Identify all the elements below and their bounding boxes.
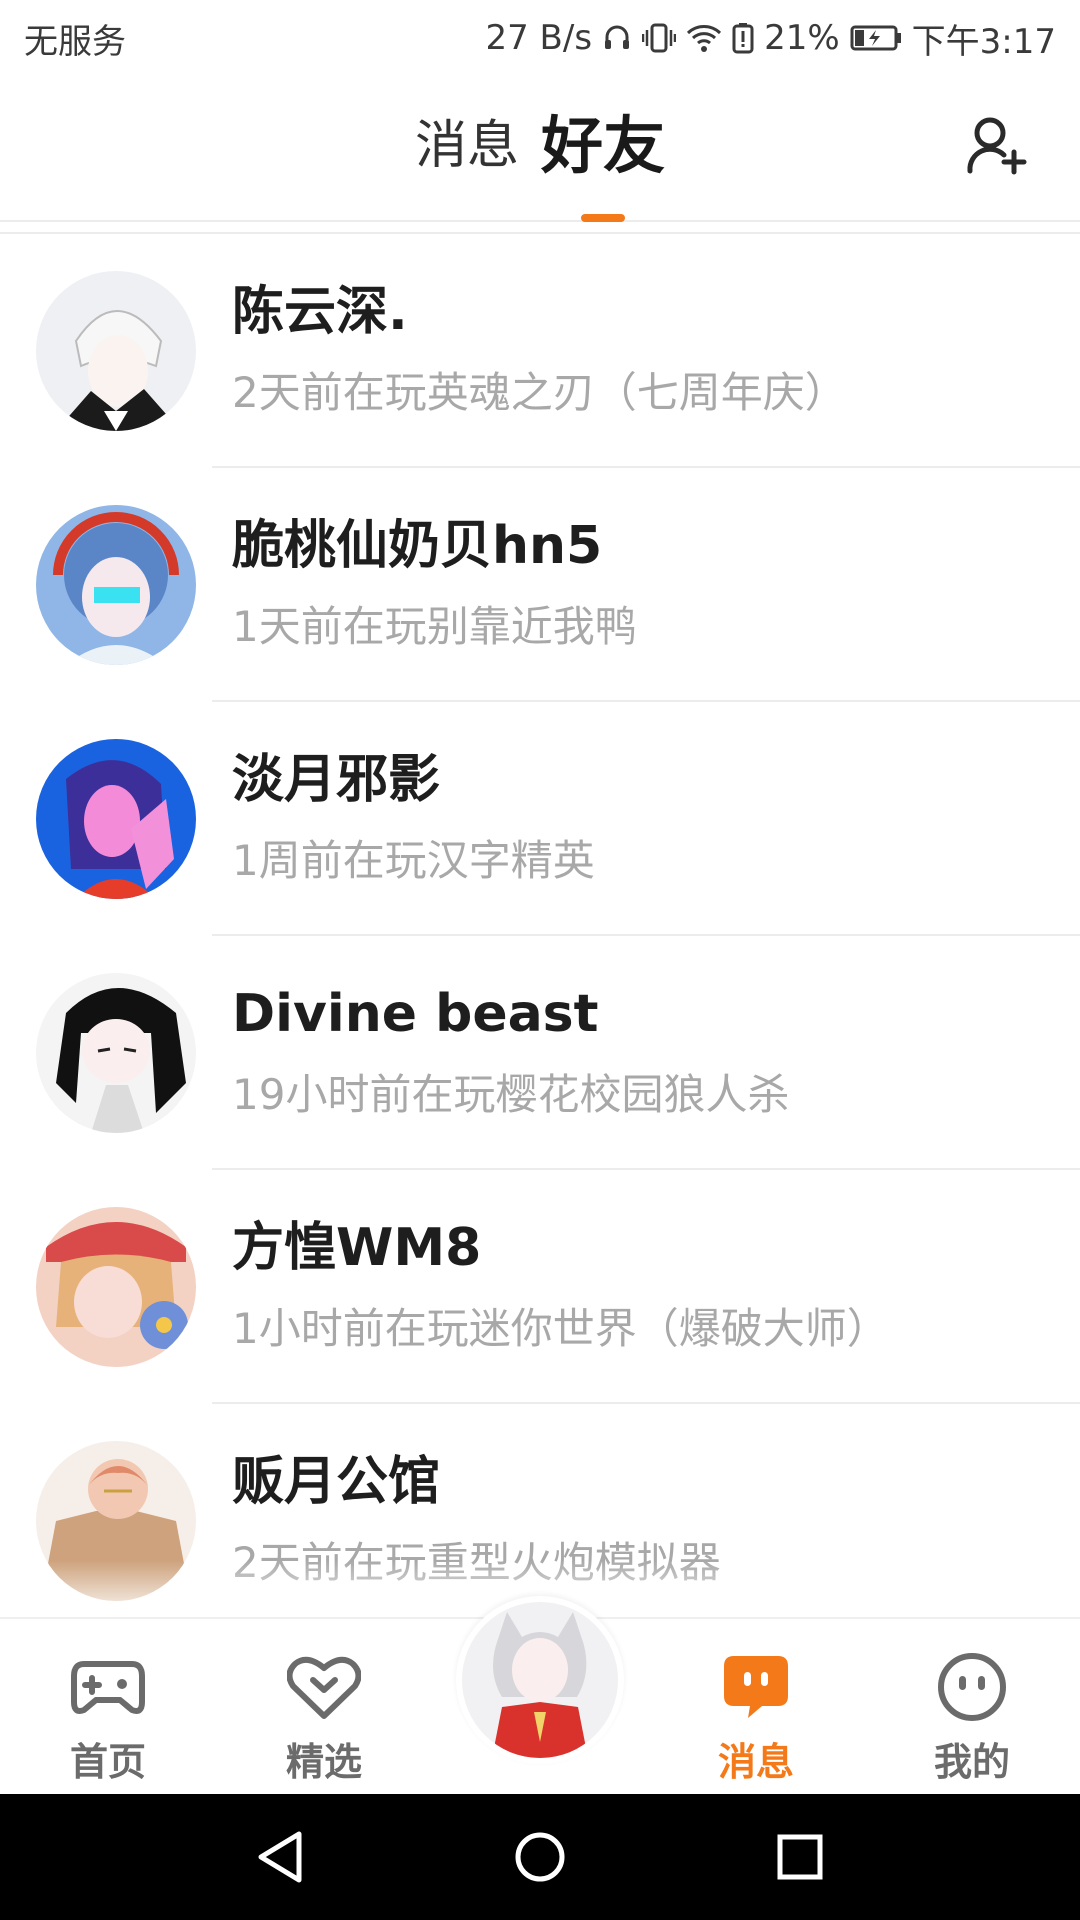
friend-status: 1小时前在玩迷你世界（爆破大师） xyxy=(232,1304,889,1353)
network-speed: 27 B/s xyxy=(485,18,593,58)
friend-name: 贩月公馆 xyxy=(232,1452,441,1512)
recents-icon[interactable] xyxy=(760,1817,840,1897)
friend-row[interactable]: Divine beast 19小时前在玩樱花校园狼人杀 xyxy=(0,936,1080,1170)
friend-status: 2天前在玩英魂之刃（七周年庆） xyxy=(232,368,847,417)
status-bar: 无服务 27 B/s 21% 下午3:17 xyxy=(0,0,1080,76)
status-indicators: 27 B/s 21% 下午3:17 xyxy=(485,14,1056,63)
carrier-text: 无服务 xyxy=(24,21,126,62)
nav-messages-label: 消息 xyxy=(717,1740,794,1784)
add-friend-icon xyxy=(967,117,1027,175)
tab-friends[interactable]: 好友 xyxy=(541,106,666,222)
friend-name: 淡月邪影 xyxy=(232,750,441,810)
nav-profile[interactable]: 我的 xyxy=(864,1619,1080,1796)
nav-home[interactable]: 首页 xyxy=(0,1619,216,1796)
nav-messages[interactable]: 消息 xyxy=(648,1619,864,1796)
nav-featured-label: 精选 xyxy=(285,1740,362,1784)
add-friend-button[interactable] xyxy=(964,112,1030,178)
friend-row[interactable]: 脆桃仙奶贝hn5 1天前在玩别靠近我鸭 xyxy=(0,468,1080,702)
avatar[interactable] xyxy=(36,505,196,665)
vibrate-icon xyxy=(642,22,677,54)
tab-bar: 消息 好友 xyxy=(0,106,1080,222)
avatar[interactable] xyxy=(36,739,196,899)
friend-info: 方惶WM8 1小时前在玩迷你世界（爆破大师） xyxy=(232,1215,889,1359)
tab-messages[interactable]: 消息 xyxy=(415,106,519,186)
friend-info: 淡月邪影 1周前在玩汉字精英 xyxy=(232,747,595,891)
headphones-icon xyxy=(602,23,632,53)
home-icon[interactable] xyxy=(500,1817,580,1897)
clock: 下午3:17 xyxy=(911,21,1056,62)
user-avatar xyxy=(462,1602,618,1758)
friend-status: 1周前在玩汉字精英 xyxy=(232,836,595,885)
friend-status: 19小时前在玩樱花校园狼人杀 xyxy=(232,1070,790,1119)
avatar[interactable] xyxy=(36,271,196,431)
back-icon[interactable] xyxy=(240,1817,320,1897)
system-nav-bar xyxy=(0,1794,1080,1920)
friend-info: 脆桃仙奶贝hn5 1天前在玩别靠近我鸭 xyxy=(232,513,637,657)
friend-name: 方惶WM8 xyxy=(232,1218,482,1278)
heart-icon xyxy=(286,1649,362,1725)
battery-percent: 21% xyxy=(764,18,840,58)
active-tab-indicator xyxy=(581,214,625,222)
nav-featured[interactable]: 精选 xyxy=(216,1619,432,1796)
tab-friends-label: 好友 xyxy=(541,109,666,182)
battery-alert-icon xyxy=(732,22,754,54)
battery-icon xyxy=(850,24,902,52)
friend-status: 1天前在玩别靠近我鸭 xyxy=(232,602,637,651)
top-header: 消息 好友 xyxy=(0,76,1080,222)
friend-name: 脆桃仙奶贝hn5 xyxy=(232,516,603,576)
smiley-icon xyxy=(934,1649,1010,1725)
center-avatar-button[interactable] xyxy=(456,1596,624,1764)
nav-home-label: 首页 xyxy=(69,1740,146,1784)
gamepad-icon xyxy=(70,1649,146,1725)
friend-name: Divine beast xyxy=(232,984,599,1044)
friend-list: 陈云深. 2天前在玩英魂之刃（七周年庆） 脆桃仙奶贝hn5 1天前在玩别靠近我鸭 xyxy=(0,222,1080,1617)
friend-row[interactable]: 方惶WM8 1小时前在玩迷你世界（爆破大师） xyxy=(0,1170,1080,1404)
friend-info: 陈云深. 2天前在玩英魂之刃（七周年庆） xyxy=(232,279,847,423)
friends-screen: 无服务 27 B/s 21% 下午3:17 消息 好友 陈云深. 2天前在玩英魂… xyxy=(0,0,1080,1920)
avatar[interactable] xyxy=(36,1207,196,1367)
wifi-icon xyxy=(686,23,722,53)
friend-info: Divine beast 19小时前在玩樱花校园狼人杀 xyxy=(232,981,789,1125)
nav-profile-label: 我的 xyxy=(933,1740,1010,1784)
friend-row[interactable]: 陈云深. 2天前在玩英魂之刃（七周年庆） xyxy=(0,234,1080,468)
list-top-divider xyxy=(0,222,1080,234)
friend-row[interactable]: 淡月邪影 1周前在玩汉字精英 xyxy=(0,702,1080,936)
friend-name: 陈云深. xyxy=(232,282,408,342)
message-icon xyxy=(718,1649,794,1725)
avatar[interactable] xyxy=(36,973,196,1133)
